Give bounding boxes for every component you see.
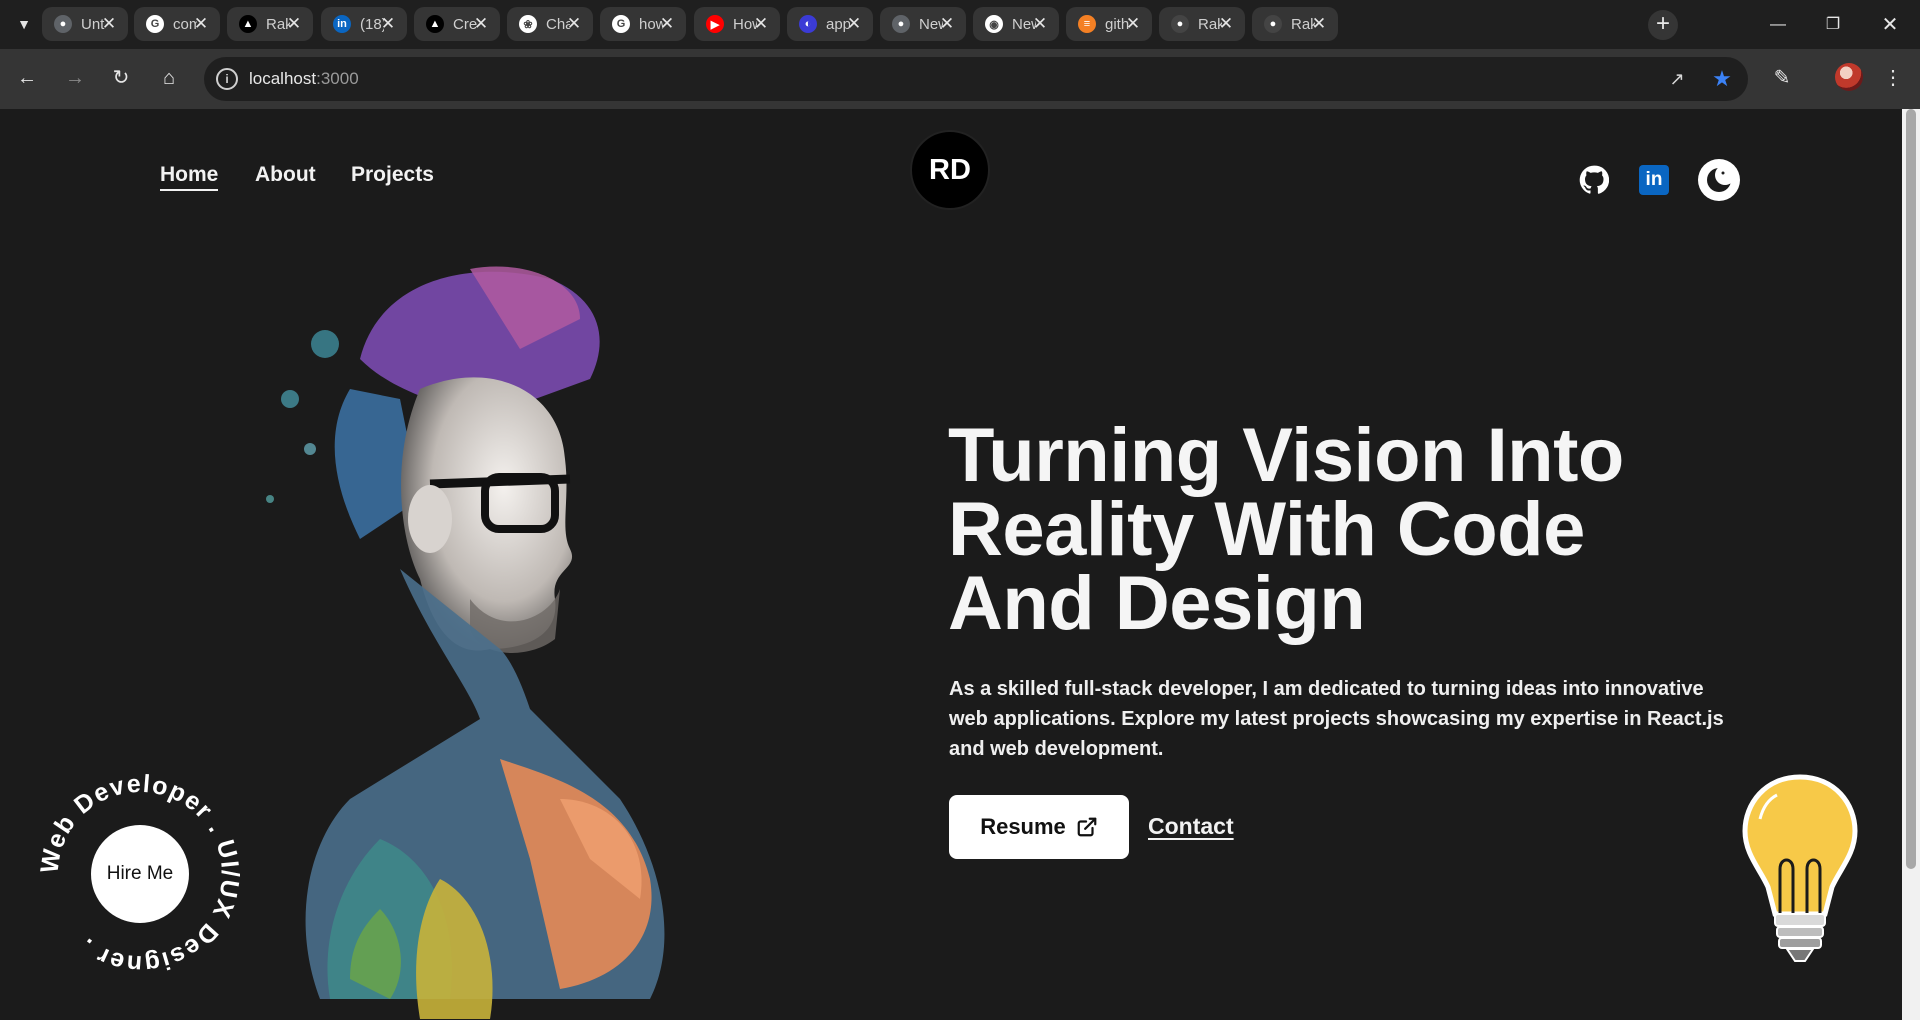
site-info-icon[interactable]: i [216, 68, 238, 90]
chatgpt-icon: ❀ [519, 15, 537, 33]
browser-tab[interactable]: ≡github✕ [1066, 7, 1152, 41]
browser-tab[interactable]: ●Rakesh✕ [1159, 7, 1245, 41]
portfolio-page: Home About Projects RD in Turning Vision… [0, 109, 1902, 1020]
address-bar[interactable]: i localhost:3000 ↗ ★ [204, 57, 1748, 101]
hero-description: As a skilled full-stack developer, I am … [949, 678, 1724, 760]
google-icon: G [146, 15, 164, 33]
chrome-icon: ◉ [985, 15, 1003, 33]
github-icon: ● [1264, 15, 1282, 33]
close-tab-icon[interactable]: ✕ [192, 15, 210, 33]
lightbulb-icon [1742, 774, 1858, 962]
browser-tab[interactable]: ●Untitled✕ [42, 7, 128, 41]
vercel-icon: ▲ [239, 15, 257, 33]
close-window-icon[interactable]: ✕ [1875, 10, 1905, 40]
browser-tab[interactable]: ▲Create✕ [414, 7, 500, 41]
close-tab-icon[interactable]: ✕ [379, 15, 397, 33]
close-tab-icon[interactable]: ✕ [938, 15, 956, 33]
close-tab-icon[interactable]: ✕ [285, 15, 303, 33]
youtube-icon: ▶ [706, 15, 724, 33]
browser-tab-bar: ▼ ●Untitled✕Gcom✕▲Rakesh✕in(18)✕▲Create✕… [0, 0, 1920, 49]
close-tab-icon[interactable]: ✕ [658, 15, 676, 33]
github-icon[interactable] [1577, 163, 1611, 197]
google-icon: G [612, 15, 630, 33]
reload-icon[interactable]: ↻ [106, 63, 136, 93]
linkedin-icon[interactable]: in [1637, 163, 1671, 197]
resume-button[interactable]: Resume [949, 795, 1129, 859]
linkedin-icon: in [333, 15, 351, 33]
close-tab-icon[interactable]: ✕ [1217, 15, 1235, 33]
close-tab-icon[interactable]: ✕ [1124, 15, 1142, 33]
scrollbar-thumb[interactable] [1906, 109, 1916, 869]
forward-icon[interactable]: → [60, 63, 90, 93]
back-icon[interactable]: ← [12, 63, 42, 93]
browser-tab[interactable]: ▶How✕ [694, 7, 780, 41]
url-host: localhost [249, 69, 317, 88]
url-text: localhost:3000 [249, 69, 359, 89]
site-logo[interactable]: RD [910, 130, 990, 210]
tab-search-chevron-icon[interactable]: ▼ [12, 12, 36, 36]
menu-dots-icon[interactable]: ⋮ [1877, 62, 1909, 94]
globe-icon: ● [54, 15, 72, 33]
close-tab-icon[interactable]: ✕ [1031, 15, 1049, 33]
page-scrollbar[interactable] [1902, 109, 1920, 1020]
new-tab-button[interactable]: + [1648, 10, 1678, 40]
hire-me-button[interactable]: Hire Me [91, 825, 189, 923]
close-tab-icon[interactable]: ✕ [565, 15, 583, 33]
external-link-icon [1077, 817, 1097, 837]
close-tab-icon[interactable]: ✕ [100, 15, 118, 33]
contact-link[interactable]: Contact [1148, 813, 1234, 840]
browser-tab[interactable]: ◐ app ✕ [787, 7, 873, 41]
app-icon: ◐ [799, 15, 817, 33]
profile-illustration [266, 266, 665, 1019]
browser-tab[interactable]: ◉New✕ [973, 7, 1059, 41]
browser-tab[interactable]: in(18)✕ [321, 7, 407, 41]
browser-tab[interactable]: Gcom ✕ [134, 7, 220, 41]
globe-icon: ● [892, 15, 910, 33]
nav-home-link[interactable]: Home [160, 163, 219, 191]
bookmark-star-icon[interactable]: ★ [1709, 66, 1735, 92]
resume-label: Resume [980, 814, 1066, 839]
url-port: :3000 [316, 69, 359, 88]
nav-about-link[interactable]: About [255, 163, 316, 187]
restore-icon[interactable]: ❐ [1818, 10, 1848, 40]
browser-tab[interactable]: Ghow ✕ [600, 7, 686, 41]
hire-me-badge[interactable]: Web Developer . UI/UX Designer . Hire Me [35, 770, 242, 979]
theme-toggle-moon-icon[interactable] [1698, 159, 1740, 201]
close-tab-icon[interactable]: ✕ [472, 15, 490, 33]
linkedin-label: in [1639, 165, 1669, 195]
close-tab-icon[interactable]: ✕ [752, 15, 770, 33]
extensions-icon[interactable]: ✎ [1766, 62, 1798, 94]
hero-title: Turning Vision Into Reality With Code An… [948, 413, 1624, 646]
browser-toolbar: ← → ↻ ⌂ i localhost:3000 ↗ ★ ✎ ⋮ [0, 49, 1920, 109]
close-tab-icon[interactable]: ✕ [845, 15, 863, 33]
home-icon[interactable]: ⌂ [154, 63, 184, 93]
browser-tab[interactable]: ❀ChatGPT✕ [507, 7, 593, 41]
browser-tab[interactable]: ●Rakesh✕ [1252, 7, 1338, 41]
stackoverflow-icon: ≡ [1078, 15, 1096, 33]
close-tab-icon[interactable]: ✕ [1310, 15, 1328, 33]
browser-tab[interactable]: ▲Rakesh✕ [227, 7, 313, 41]
minimize-icon[interactable]: — [1763, 10, 1793, 40]
profile-avatar[interactable] [1835, 63, 1863, 91]
vercel-icon: ▲ [426, 15, 444, 33]
browser-tab[interactable]: ●New✕ [880, 7, 966, 41]
open-in-app-icon[interactable]: ↗ [1664, 66, 1690, 92]
nav-projects-link[interactable]: Projects [351, 163, 434, 187]
github-icon: ● [1171, 15, 1189, 33]
